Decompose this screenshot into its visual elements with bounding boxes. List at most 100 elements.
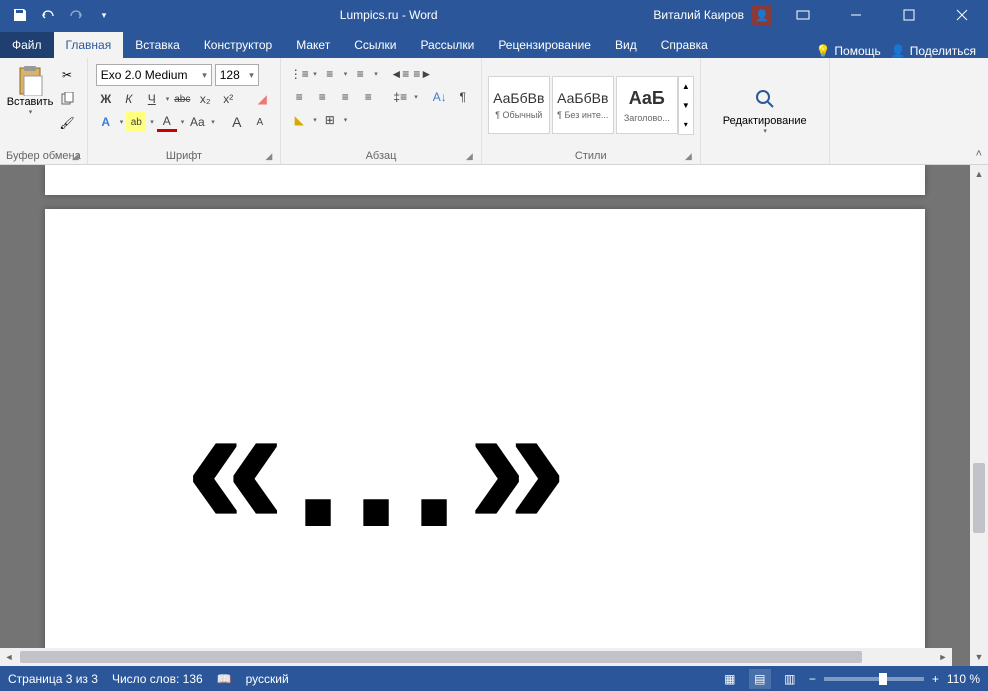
grow-font-button[interactable]: A [227,112,247,132]
zoom-thumb[interactable] [879,673,887,685]
tab-file[interactable]: Файл [0,32,54,58]
document-page[interactable]: «...» [45,209,925,666]
tab-review[interactable]: Рецензирование [486,32,603,58]
hscroll-left-icon[interactable]: ◄ [0,648,18,666]
brush-icon: 🖌 [59,116,74,130]
editing-button[interactable]: Редактирование ▾ [719,83,811,139]
gallery-down-icon[interactable]: ▼ [679,96,693,115]
print-layout-icon[interactable]: ▤ [749,669,771,689]
tell-me-button[interactable]: 💡Помощь [815,44,880,58]
document-text[interactable]: «...» [185,361,575,568]
maximize-button[interactable] [886,0,931,30]
save-icon[interactable] [8,3,32,27]
read-mode-icon[interactable]: ▦ [719,669,741,689]
multilevel-icon: ≡ [357,67,364,81]
tab-design[interactable]: Конструктор [192,32,284,58]
font-size-combo[interactable]: 128▾ [215,64,259,86]
status-page[interactable]: Страница 3 из 3 [8,672,98,686]
tab-insert[interactable]: Вставка [123,32,192,58]
style-normal[interactable]: АаБбВв¶ Обычный [488,76,550,134]
increase-indent-button[interactable]: ≡► [413,64,433,84]
gallery-more-icon[interactable]: ▾ [679,115,693,134]
paste-button[interactable]: Вставить ▾ [6,62,54,148]
eraser-icon: ◢ [258,92,267,106]
format-painter-button[interactable]: 🖌 [56,112,78,134]
vscroll-down-icon[interactable]: ▼ [970,648,988,666]
share-button[interactable]: 👤Поделиться [891,44,976,58]
chevron-down-icon: ▾ [29,108,33,116]
align-right-button[interactable]: ≡ [335,87,355,107]
line-spacing-button[interactable]: ‡≡ [390,87,410,107]
style-no-spacing[interactable]: АаБбВв¶ Без инте... [552,76,614,134]
user-name[interactable]: Виталий Каиров [653,8,744,22]
bullets-button[interactable]: ⋮≡ [289,64,309,84]
align-center-button[interactable]: ≡ [312,87,332,107]
hscroll-right-icon[interactable]: ► [934,648,952,666]
minimize-button[interactable] [833,0,878,30]
window-title: Lumpics.ru - Word [124,8,653,22]
redo-button[interactable] [64,3,88,27]
font-name-combo[interactable]: Exo 2.0 Medium▾ [96,64,212,86]
hscroll-thumb[interactable] [20,651,862,663]
chevron-down-icon: ▾ [249,70,254,81]
gallery-up-icon[interactable]: ▲ [679,77,693,96]
undo-button[interactable] [36,3,60,27]
font-color-button[interactable]: A [157,112,177,132]
sort-button[interactable]: A↓ [430,87,450,107]
vscroll-up-icon[interactable]: ▲ [970,165,988,183]
font-launcher-icon[interactable]: ◢ [265,151,272,162]
paragraph-launcher-icon[interactable]: ◢ [466,151,473,162]
status-language[interactable]: русский [246,672,289,686]
line-spacing-icon: ‡≡ [393,90,407,104]
numbering-button[interactable]: ≡ [320,64,340,84]
tab-view[interactable]: Вид [603,32,649,58]
tab-references[interactable]: Ссылки [342,32,408,58]
text-effects-button[interactable]: A [96,112,116,132]
vscroll-thumb[interactable] [973,463,985,533]
highlight-button[interactable]: ab [126,112,146,132]
styles-launcher-icon[interactable]: ◢ [685,151,692,162]
sort-icon: A↓ [433,90,447,104]
bold-button[interactable]: Ж [96,89,116,109]
copy-icon [60,92,74,106]
zoom-level[interactable]: 110 % [947,672,980,686]
justify-button[interactable]: ≡ [358,87,378,107]
decrease-indent-button[interactable]: ◄≡ [390,64,410,84]
zoom-out-button[interactable]: − [809,672,816,686]
clipboard-launcher-icon[interactable]: ◢ [72,151,79,162]
change-case-button[interactable]: Aa [187,112,207,132]
vscroll-track[interactable] [970,183,988,648]
strike-button[interactable]: abc [172,89,192,109]
group-label-styles: Стили [575,150,607,162]
copy-button[interactable] [56,88,78,110]
status-spellcheck-icon[interactable]: 📖 [217,672,232,686]
subscript-button[interactable]: x₂ [195,89,215,109]
underline-button[interactable]: Ч [142,89,162,109]
zoom-slider[interactable] [824,677,924,681]
align-left-button[interactable]: ≡ [289,87,309,107]
superscript-button[interactable]: x² [218,89,238,109]
style-heading1[interactable]: АаБЗаголово... [616,76,678,134]
zoom-in-button[interactable]: + [932,672,939,686]
shading-button[interactable]: ◣ [289,110,309,130]
multilevel-button[interactable]: ≡ [350,64,370,84]
clear-format-button[interactable]: ◢ [252,89,272,109]
collapse-ribbon-icon[interactable]: ˄ [976,148,982,160]
user-avatar-icon[interactable]: 👤 [752,5,772,25]
tab-home[interactable]: Главная [54,32,124,58]
bullets-icon: ⋮≡ [290,67,309,81]
cut-button[interactable]: ✂ [56,64,78,86]
italic-button[interactable]: К [119,89,139,109]
hscroll-track[interactable] [18,648,934,666]
web-layout-icon[interactable]: ▥ [779,669,801,689]
status-words[interactable]: Число слов: 136 [112,672,203,686]
tab-layout[interactable]: Макет [284,32,342,58]
ribbon-display-icon[interactable] [780,0,825,30]
show-marks-button[interactable]: ¶ [453,87,473,107]
borders-button[interactable]: ⊞ [320,110,340,130]
tab-help[interactable]: Справка [649,32,720,58]
close-button[interactable] [939,0,984,30]
tab-mailings[interactable]: Рассылки [408,32,486,58]
qat-customize-icon[interactable]: ▾ [92,3,116,27]
shrink-font-button[interactable]: A [250,112,270,132]
